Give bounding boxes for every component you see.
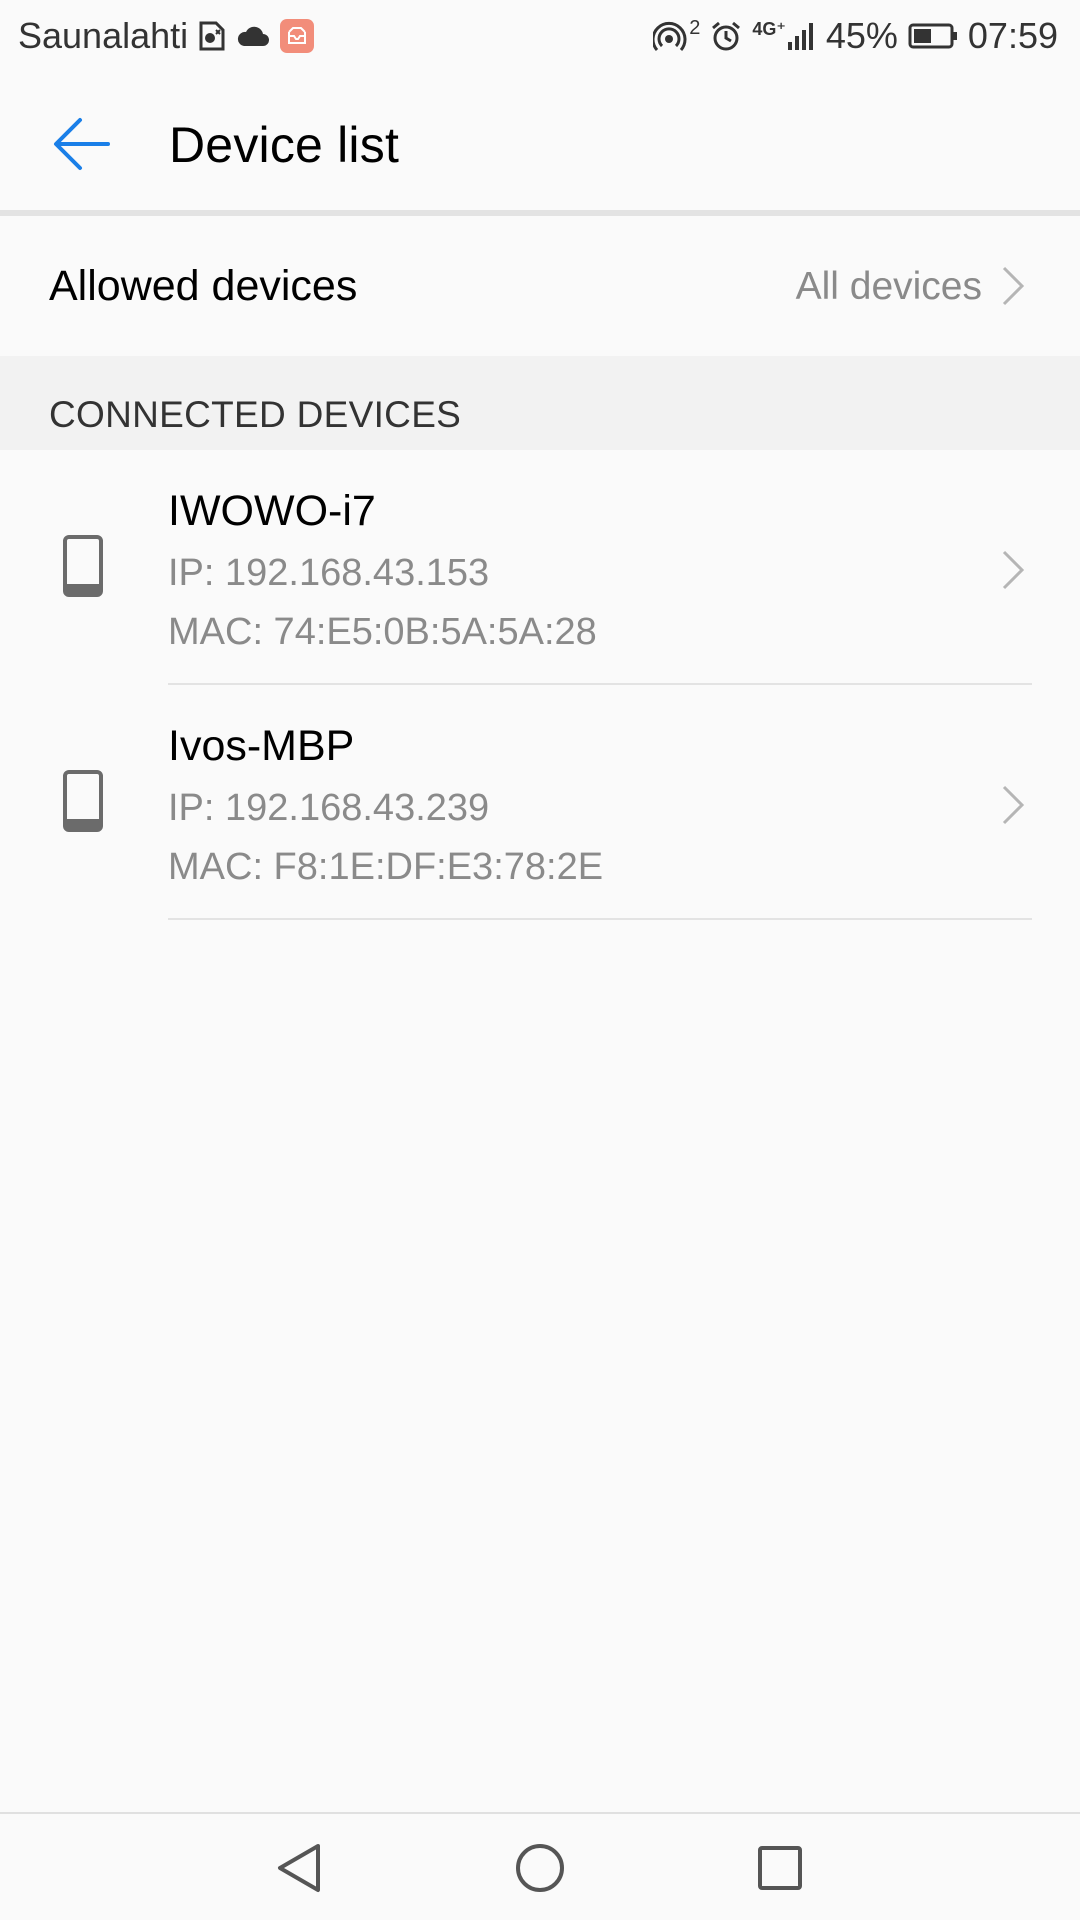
nav-home-icon[interactable] — [510, 1838, 570, 1898]
device-mac: MAC: 74:E5:0B:5A:5A:28 — [168, 611, 597, 653]
phone-icon — [63, 770, 103, 832]
signal-icon — [786, 20, 816, 52]
chevron-right-icon — [1002, 266, 1025, 306]
phone-icon — [63, 535, 103, 597]
connected-devices-header: CONNECTED DEVICES — [0, 356, 1080, 450]
nav-back-icon[interactable] — [270, 1838, 330, 1898]
device-mac: MAC: F8:1E:DF:E3:78:2E — [168, 846, 604, 888]
section-title: CONNECTED DEVICES — [49, 394, 462, 435]
page-title: Device list — [169, 117, 400, 173]
device-ip: IP: 192.168.43.153 — [168, 552, 490, 594]
device-name: IWOWO-i7 — [168, 487, 376, 535]
hotspot-icon — [653, 19, 689, 53]
allowed-devices-row[interactable]: Allowed devices All devices — [0, 216, 1080, 356]
hotspot-count: 2 — [689, 16, 701, 39]
chevron-right-icon — [1002, 550, 1025, 590]
device-ip: IP: 192.168.43.239 — [168, 787, 490, 829]
chevron-right-icon — [1002, 785, 1025, 825]
status-bar: Saunalahti 2 4G⁺ 45% 07:59 — [0, 0, 1080, 72]
device-list: IWOWO-i7 IP: 192.168.43.153 MAC: 74:E5:0… — [0, 450, 1080, 920]
divider — [168, 918, 1032, 920]
clock: 07:59 — [967, 15, 1058, 56]
app-bar: Device list — [0, 72, 1080, 212]
battery-percent: 45% — [825, 15, 898, 56]
device-list-item[interactable]: Ivos-MBP IP: 192.168.43.239 MAC: F8:1E:D… — [0, 685, 1080, 920]
battery-icon — [908, 22, 958, 50]
screen: Saunalahti 2 4G⁺ 45% 07:59 Device list A… — [0, 0, 1080, 1920]
device-list-item[interactable]: IWOWO-i7 IP: 192.168.43.153 MAC: 74:E5:0… — [0, 450, 1080, 685]
nav-bar — [0, 1814, 1080, 1920]
alarm-icon — [710, 20, 742, 52]
sim-card-icon — [198, 20, 226, 52]
allowed-devices-value: All devices — [795, 265, 982, 308]
back-button[interactable] — [44, 112, 120, 176]
arrow-left-icon — [54, 118, 110, 170]
notification-app-icon — [280, 19, 315, 53]
nav-recents-icon[interactable] — [750, 1838, 810, 1898]
cloud-icon — [236, 24, 270, 48]
allowed-devices-label: Allowed devices — [49, 262, 358, 310]
device-name: Ivos-MBP — [168, 722, 355, 770]
network-type-label: 4G⁺ — [752, 18, 786, 39]
carrier-label: Saunalahti — [18, 15, 189, 56]
status-bar-right: 2 4G⁺ 45% 07:59 — [653, 15, 1058, 57]
status-bar-left: Saunalahti — [18, 15, 315, 57]
